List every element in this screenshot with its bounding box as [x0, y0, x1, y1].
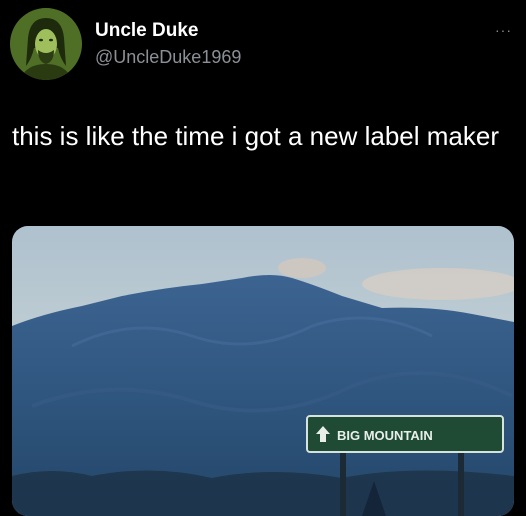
author-display-name[interactable]: Uncle Duke — [95, 20, 198, 42]
mountain-photo: BIG MOUNTAIN — [12, 226, 514, 516]
avatar[interactable] — [10, 8, 82, 80]
portrait-avatar-icon — [10, 8, 82, 80]
tweet-media-image[interactable]: BIG MOUNTAIN — [12, 226, 514, 516]
tweet-text: this is like the time i got a new label … — [12, 121, 499, 151]
author-handle[interactable]: @UncleDuke1969 — [95, 47, 241, 68]
tweet-card: Uncle Duke @UncleDuke1969 ··· this is li… — [0, 0, 526, 516]
sign-text: BIG MOUNTAIN — [337, 428, 433, 443]
more-options-icon[interactable]: ··· — [495, 22, 512, 38]
